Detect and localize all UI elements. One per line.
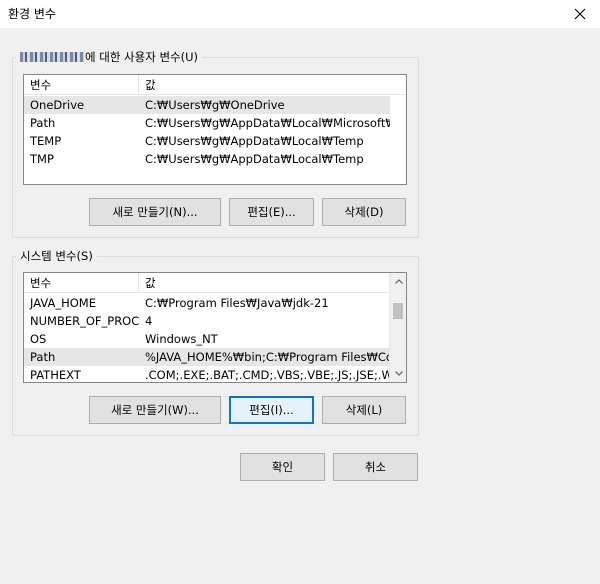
system-var-row-java-home[interactable]: JAVA_HOME C:₩Program Files₩Java₩jdk-21 — [24, 294, 390, 312]
var-name: JAVA_HOME — [30, 296, 96, 310]
column-header-name[interactable]: 변수 — [24, 273, 139, 293]
system-var-row-number-of-proc[interactable]: NUMBER_OF_PROC... 4 — [24, 312, 390, 330]
var-value: 4 — [145, 314, 153, 328]
user-var-row-path[interactable]: Path C:₩Users₩g₩AppData₩Local₩Microsoft₩… — [24, 114, 390, 132]
var-value: Windows_NT — [145, 332, 218, 346]
system-vars-scrollbar[interactable] — [389, 273, 406, 382]
window-title: 환경 변수 — [8, 7, 56, 21]
user-vars-list[interactable]: 변수 값 OneDrive C:₩Users₩g₩OneDrive Path C… — [23, 74, 407, 185]
var-name: TMP — [30, 152, 54, 166]
var-name: OS — [30, 332, 47, 346]
list-header: 변수 값 — [24, 75, 406, 95]
close-icon — [574, 8, 586, 20]
system-var-row-os[interactable]: OS Windows_NT — [24, 330, 390, 348]
user-vars-label: 에 대한 사용자 변수(U) — [16, 50, 202, 64]
system-delete-button[interactable]: 삭제(L) — [322, 396, 406, 424]
system-vars-label: 시스템 변수(S) — [16, 249, 97, 263]
redacted-username — [20, 52, 84, 62]
var-name: PATHEXT — [30, 368, 81, 382]
var-value: %JAVA_HOME%₩bin;C:₩Program Files₩Com... — [145, 350, 390, 364]
system-new-button[interactable]: 새로 만들기(W)... — [89, 396, 221, 424]
column-header-value[interactable]: 값 — [139, 273, 390, 293]
var-name: NUMBER_OF_PROC... — [30, 314, 139, 328]
scroll-down-button[interactable] — [390, 365, 406, 382]
column-header-name[interactable]: 변수 — [24, 75, 139, 95]
user-var-row-temp[interactable]: TEMP C:₩Users₩g₩AppData₩Local₩Temp — [24, 132, 390, 150]
var-value: .COM;.EXE;.BAT;.CMD;.VBS;.VBE;.JS;.JSE;.… — [145, 368, 390, 382]
scroll-thumb[interactable] — [393, 303, 403, 319]
var-value: C:₩Program Files₩Java₩jdk-21 — [145, 296, 329, 310]
var-value: C:₩Users₩g₩AppData₩Local₩Temp — [145, 134, 364, 148]
var-name: Path — [30, 116, 56, 130]
list-header: 변수 값 — [24, 273, 389, 293]
user-edit-button[interactable]: 편집(E)... — [229, 198, 314, 226]
var-name: Path — [30, 350, 56, 364]
system-var-row-pathext[interactable]: PATHEXT .COM;.EXE;.BAT;.CMD;.VBS;.VBE;.J… — [24, 366, 390, 382]
user-var-row-onedrive[interactable]: OneDrive C:₩Users₩g₩OneDrive — [24, 96, 390, 114]
system-var-row-path[interactable]: Path %JAVA_HOME%₩bin;C:₩Program Files₩Co… — [24, 348, 390, 366]
close-button[interactable] — [560, 0, 600, 28]
ok-button[interactable]: 확인 — [240, 453, 325, 481]
title-bar: 환경 변수 — [0, 0, 600, 28]
cancel-button[interactable]: 취소 — [333, 453, 418, 481]
var-name: TEMP — [30, 134, 62, 148]
var-value: C:₩Users₩g₩AppData₩Local₩Temp — [145, 152, 364, 166]
scroll-up-button[interactable] — [390, 273, 406, 290]
chevron-up-icon — [394, 279, 403, 284]
system-vars-list[interactable]: 변수 값 JAVA_HOME C:₩Program Files₩Java₩jdk… — [23, 272, 407, 383]
var-value: C:₩Users₩g₩AppData₩Local₩Microsoft₩Wi... — [145, 116, 390, 130]
user-var-row-tmp[interactable]: TMP C:₩Users₩g₩AppData₩Local₩Temp — [24, 150, 390, 168]
system-edit-button[interactable]: 편집(I)... — [229, 396, 314, 424]
column-header-value[interactable]: 값 — [139, 75, 406, 95]
var-name: OneDrive — [30, 98, 85, 112]
var-value: C:₩Users₩g₩OneDrive — [145, 98, 285, 112]
chevron-down-icon — [394, 371, 403, 376]
user-new-button[interactable]: 새로 만들기(N)... — [89, 198, 221, 226]
user-delete-button[interactable]: 삭제(D) — [322, 198, 406, 226]
